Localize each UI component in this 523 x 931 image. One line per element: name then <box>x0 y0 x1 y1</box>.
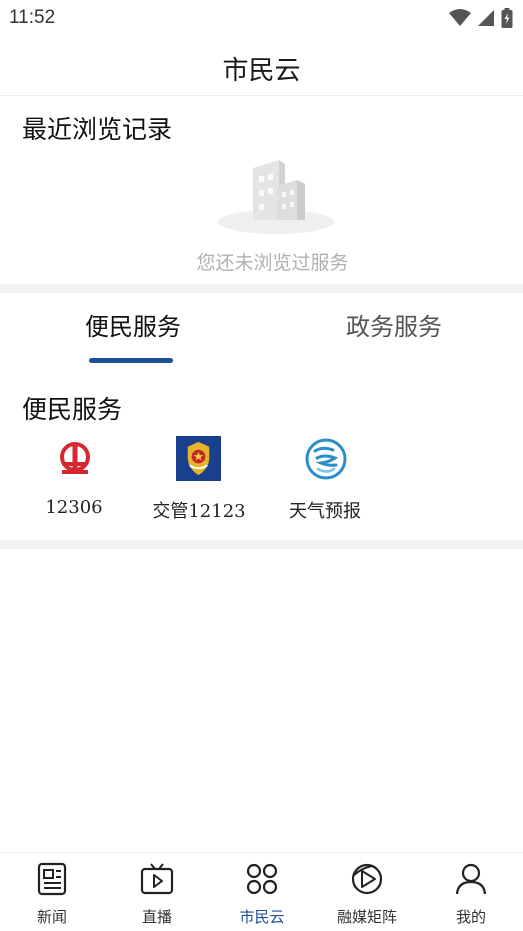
nav-label: 市民云 <box>239 908 285 926</box>
nav-item-news[interactable]: 新闻 <box>0 853 104 931</box>
nav-item-live[interactable]: 直播 <box>105 853 209 931</box>
weather-logo-icon <box>305 438 347 480</box>
recent-section-title: 最近浏览记录 <box>22 115 173 144</box>
railway-logo-icon <box>60 442 90 474</box>
status-time: 11:52 <box>9 7 56 28</box>
media-matrix-icon <box>351 863 383 895</box>
service-item-12306[interactable]: 12306 <box>11 432 137 522</box>
user-profile-icon <box>455 863 487 895</box>
empty-history-text: 您还未浏览过服务 <box>196 252 349 274</box>
nav-item-media-matrix[interactable]: 融媒矩阵 <box>315 853 419 931</box>
news-icon <box>37 862 67 896</box>
grid-apps-icon <box>246 863 278 895</box>
service-item-traffic-12123[interactable]: 交管12123 <box>136 432 262 522</box>
section-divider <box>0 284 523 293</box>
tab-convenience-services[interactable]: 便民服务 <box>85 307 181 342</box>
nav-item-profile[interactable]: 我的 <box>419 853 523 931</box>
tab-government-services[interactable]: 政务服务 <box>346 307 442 342</box>
status-bar: 11:52 <box>0 0 523 36</box>
service-label: 天气预报 <box>289 501 361 522</box>
tv-live-icon <box>140 863 174 895</box>
nav-label: 融媒矩阵 <box>336 908 397 926</box>
status-icons <box>449 8 513 28</box>
police-emblem-icon <box>176 436 221 481</box>
app-header: 市民云 <box>0 36 523 96</box>
service-tabs: 便民服务 政务服务 <box>0 293 523 365</box>
service-label: 交管12123 <box>152 501 246 522</box>
cellular-signal-icon <box>478 10 494 26</box>
section-divider <box>0 540 523 549</box>
bottom-nav: 新闻 直播 市民云 融媒矩阵 我的 <box>0 852 523 931</box>
page-title: 市民云 <box>222 56 301 86</box>
battery-charging-icon <box>501 8 513 28</box>
nav-label: 我的 <box>455 908 486 926</box>
services-section-title: 便民服务 <box>22 395 123 424</box>
nav-item-citizen-cloud[interactable]: 市民云 <box>210 853 314 931</box>
wifi-icon <box>449 9 471 26</box>
service-label: 12306 <box>45 497 103 518</box>
service-item-weather[interactable]: 天气预报 <box>262 432 388 522</box>
empty-buildings-illustration <box>218 160 334 234</box>
active-tab-indicator <box>89 358 173 363</box>
nav-label: 直播 <box>141 908 172 926</box>
nav-label: 新闻 <box>36 908 67 926</box>
